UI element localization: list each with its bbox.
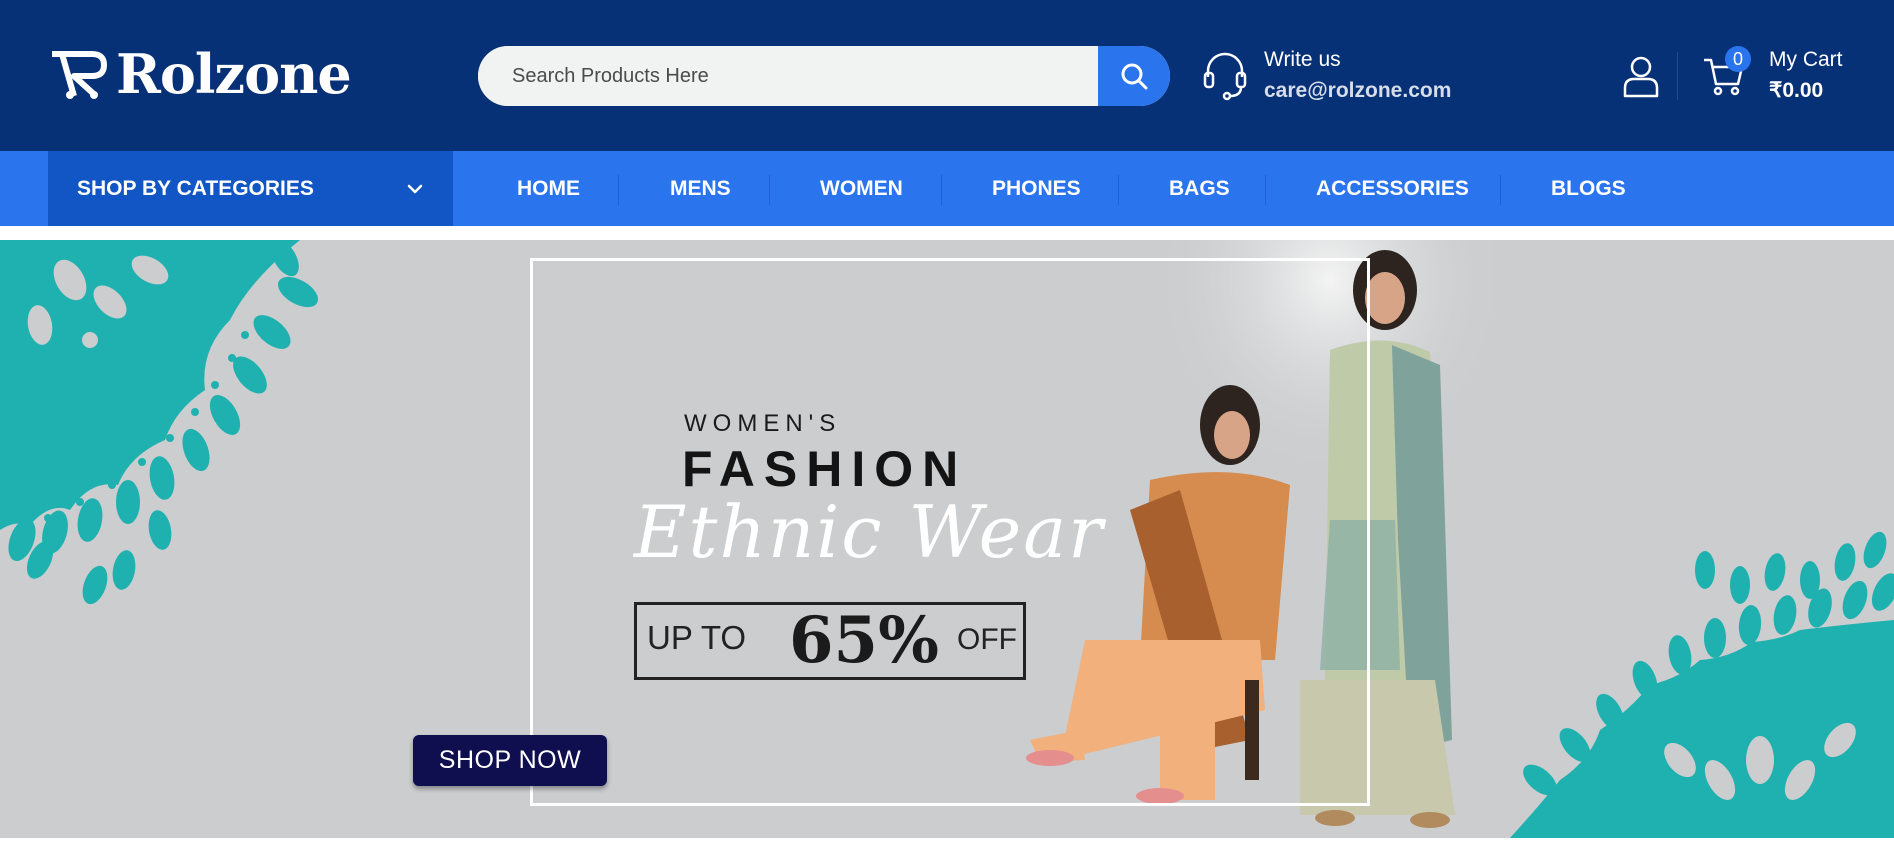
search-input[interactable]: [478, 46, 1098, 106]
nav-item-accessories[interactable]: ACCESSORIES: [1316, 151, 1469, 226]
nav-item-women[interactable]: WOMEN: [820, 151, 903, 226]
offer-value: 65%: [789, 603, 939, 678]
shop-by-categories-button[interactable]: SHOP BY CATEGORIES: [48, 151, 453, 226]
nav-separator: [618, 175, 619, 205]
headset-icon: [1203, 52, 1247, 100]
nav-item-blogs[interactable]: BLOGS: [1551, 151, 1626, 226]
mandala-decoration-left: [0, 240, 318, 605]
search-button[interactable]: [1098, 46, 1170, 106]
categories-label: SHOP BY CATEGORIES: [77, 176, 314, 200]
shop-now-button[interactable]: SHOP NOW: [413, 735, 607, 786]
cart-summary[interactable]: My Cart ₹0.00: [1769, 48, 1843, 103]
header-divider: [1677, 52, 1678, 100]
nav-separator: [1500, 175, 1501, 205]
logo-text: Rolzone: [116, 42, 352, 106]
user-icon[interactable]: [1622, 54, 1660, 98]
nav-item-mens[interactable]: MENS: [670, 151, 731, 226]
hero-banner[interactable]: WOMEN'S FASHION Ethnic Wear UP TO 65% OF…: [0, 240, 1894, 838]
contact-label: Write us: [1264, 48, 1341, 71]
banner-script-text: Ethnic Wear: [634, 490, 1105, 574]
search-bar: [478, 46, 1170, 106]
nav-separator: [941, 175, 942, 205]
nav-item-home[interactable]: HOME: [517, 151, 580, 226]
nav-separator: [1265, 175, 1266, 205]
cart-label: My Cart: [1769, 48, 1843, 71]
mandala-decoration-right: [1510, 531, 1894, 838]
offer-prefix: UP TO: [647, 619, 747, 656]
cart-count-badge: 0: [1725, 46, 1751, 72]
nav-separator: [1118, 175, 1119, 205]
search-icon: [1121, 63, 1148, 90]
nav-item-phones[interactable]: PHONES: [992, 151, 1081, 226]
nav-item-bags[interactable]: BAGS: [1169, 151, 1230, 226]
main-nav: SHOP BY CATEGORIES HOME MENS WOMEN PHONE…: [0, 151, 1894, 226]
contact-info: Write us care@rolzone.com: [1202, 48, 1451, 103]
contact-email[interactable]: care@rolzone.com: [1264, 79, 1451, 103]
offer-box: UP TO 65% OFF: [634, 602, 1026, 680]
nav-separator: [769, 175, 770, 205]
banner-eyebrow: WOMEN'S: [684, 410, 842, 437]
chevron-down-icon: [407, 184, 423, 193]
offer-suffix: OFF: [957, 623, 1017, 656]
site-logo[interactable]: Rolzone: [48, 42, 352, 106]
logo-icon: [52, 51, 107, 99]
cart-total: ₹0.00: [1769, 79, 1824, 102]
site-header: Rolzone Write us care@rolzone.com: [0, 0, 1894, 151]
